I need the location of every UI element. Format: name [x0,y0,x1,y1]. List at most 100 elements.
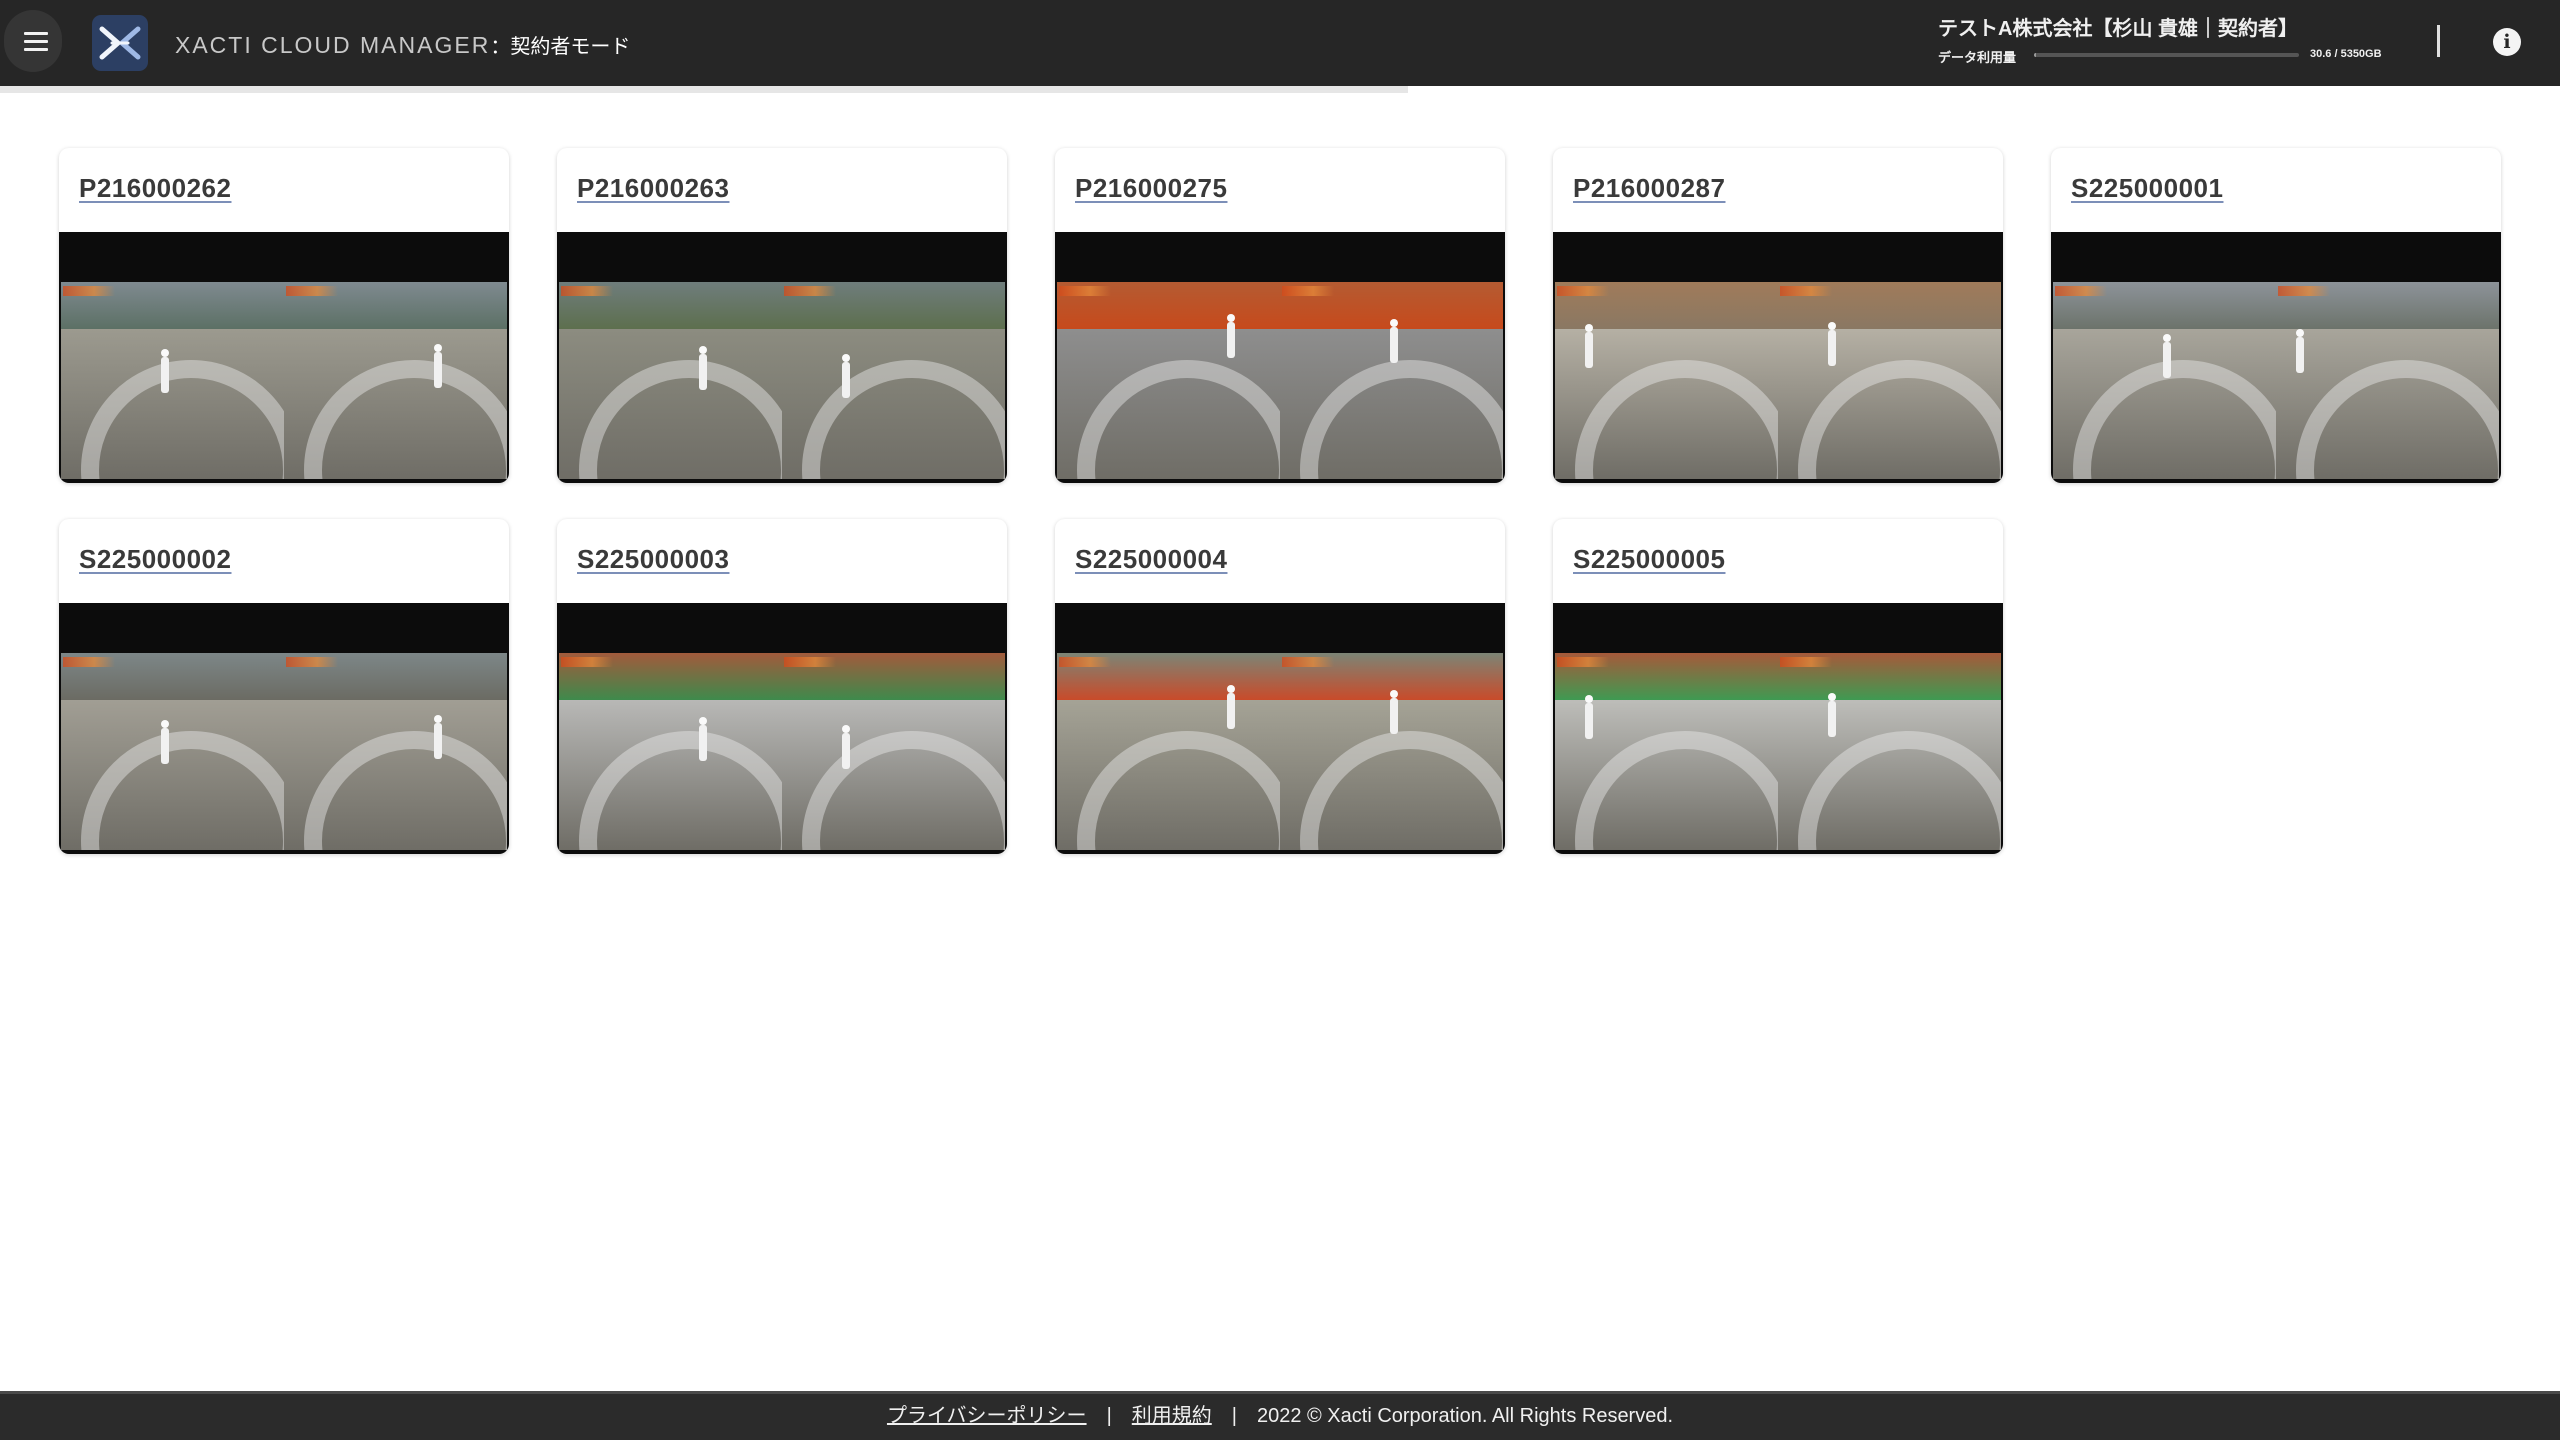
timestamp-overlay [1059,657,1111,667]
camera-preview[interactable] [59,232,509,483]
camera-id-link[interactable]: S225000001 [2071,173,2223,204]
worker-figure [842,354,850,398]
info-icon: i [2493,28,2521,56]
camera-preview[interactable] [1553,603,2003,854]
panorama-half [1057,282,1297,479]
camera-preview[interactable] [2051,232,2501,483]
worker-figure [1227,314,1235,358]
camera-thumbnail [2053,282,2499,479]
account-summary[interactable]: テストA株式会社【杉山 貴雄｜契約者】 データ利用量 30.6 / 5350GB [1938,17,2408,65]
worker-figure [2163,334,2171,378]
camera-card[interactable]: S225000001 [2051,148,2501,483]
panorama-half [2276,282,2499,479]
camera-card[interactable]: S225000003 [557,519,1007,854]
timestamp-overlay [1059,286,1111,296]
worker-figure [699,717,707,761]
panorama-half [559,282,799,479]
camera-card[interactable]: S225000004 [1055,519,1505,854]
info-button[interactable]: i [2482,17,2532,67]
panorama-half [2053,282,2293,479]
camera-card[interactable]: P216000287 [1553,148,2003,483]
worker-figure [1585,695,1593,739]
camera-id-link[interactable]: S225000002 [79,544,231,575]
xacti-x-logo-icon[interactable] [92,15,148,71]
camera-thumbnail [1555,653,2001,850]
panorama-half [1280,282,1503,479]
copyright-text: 2022 © Xacti Corporation. All Rights Res… [1256,1405,1674,1427]
panorama-half [782,282,1005,479]
worker-figure [2296,329,2304,373]
terms-link[interactable]: 利用規約 [1132,1405,1212,1427]
camera-preview[interactable] [557,603,1007,854]
panorama-half [1555,282,1795,479]
camera-thumbnail [1057,282,1503,479]
user-label: テストA株式会社【杉山 貴雄｜契約者】 [1938,18,2298,40]
camera-thumbnail [559,653,1005,850]
timestamp-overlay [2055,286,2107,296]
worker-figure [1828,693,1836,737]
worker-figure [1828,322,1836,366]
worker-figure [161,720,169,764]
logo-svg [99,26,141,60]
camera-card[interactable]: S225000005 [1553,519,2003,854]
worker-figure [1390,690,1398,734]
camera-id-link[interactable]: P216000275 [1075,173,1227,204]
usage-value: 30.6 / 5350GB [2310,48,2382,60]
header-divider [2437,25,2440,57]
camera-preview[interactable] [557,232,1007,483]
camera-id-link[interactable]: S225000003 [577,544,729,575]
timestamp-overlay [1780,286,1832,296]
camera-id-link[interactable]: S225000004 [1075,544,1227,575]
privacy-policy-link[interactable]: プライバシーポリシー [887,1405,1087,1427]
panorama-half [284,653,507,850]
camera-id-link[interactable]: S225000005 [1573,544,1725,575]
footer-separator: | [1106,1405,1112,1427]
app-title: XACTI CLOUD MANAGER：契約者モード [175,30,630,59]
timestamp-overlay [1780,657,1832,667]
worker-figure [699,346,707,390]
panorama-half [61,653,301,850]
camera-thumbnail [61,653,507,850]
worker-figure [434,344,442,388]
worker-figure [1390,319,1398,363]
app-name: XACTI CLOUD MANAGER [175,32,491,58]
camera-card[interactable]: P216000275 [1055,148,1505,483]
timestamp-overlay [561,286,613,296]
footer: プライバシーポリシー | 利用規約 | 2022 © Xacti Corporation… [0,1391,2560,1440]
camera-preview[interactable] [59,603,509,854]
camera-id-link[interactable]: P216000263 [577,173,729,204]
camera-thumbnail [559,282,1005,479]
data-usage: データ利用量 30.6 / 5350GB [1938,47,2408,65]
camera-id-link[interactable]: P216000262 [79,173,231,204]
worker-figure [161,349,169,393]
hamburger-menu-icon [24,32,48,35]
camera-card[interactable]: P216000263 [557,148,1007,483]
usage-bar-fill [2034,53,2036,57]
camera-card[interactable]: S225000002 [59,519,509,854]
page-progress-bar [0,86,2560,93]
worker-figure [434,715,442,759]
timestamp-overlay [1557,286,1609,296]
panorama-half [1280,653,1503,850]
camera-thumbnail [1555,282,2001,479]
camera-preview[interactable] [1055,232,1505,483]
camera-id-link[interactable]: P216000287 [1573,173,1725,204]
panorama-half [1778,653,2001,850]
timestamp-overlay [1282,657,1334,667]
app-header: XACTI CLOUD MANAGER：契約者モード テストA株式会社【杉山 貴… [0,0,2560,86]
worker-figure [842,725,850,769]
timestamp-overlay [1557,657,1609,667]
usage-bar [2034,53,2299,57]
camera-preview[interactable] [1553,232,2003,483]
panorama-half [61,282,301,479]
panorama-half [1555,653,1795,850]
timestamp-overlay [63,286,115,296]
timestamp-overlay [561,657,613,667]
camera-thumbnail [1057,653,1503,850]
timestamp-overlay [784,286,836,296]
camera-card[interactable]: P216000262 [59,148,509,483]
timestamp-overlay [286,286,338,296]
timestamp-overlay [2278,286,2330,296]
menu-button[interactable] [4,10,62,72]
camera-preview[interactable] [1055,603,1505,854]
